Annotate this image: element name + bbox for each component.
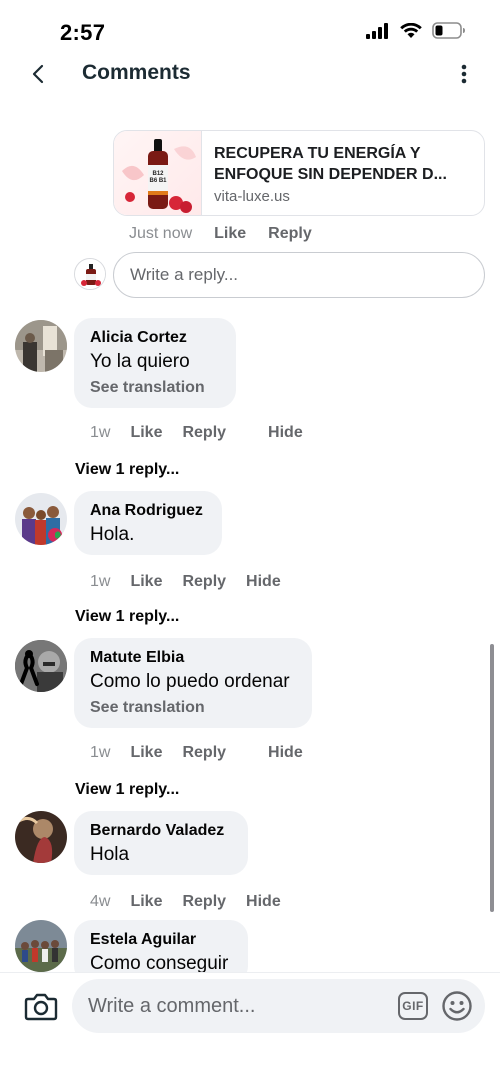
reply-button[interactable]: Reply: [182, 573, 226, 591]
reply-button[interactable]: Reply: [268, 225, 312, 243]
battery-icon: [432, 22, 465, 39]
reply-button[interactable]: Reply: [182, 424, 226, 442]
comment-bubble[interactable]: Matute Elbia Como lo puedo ordenar See t…: [74, 638, 312, 728]
comment-text: Hola.: [90, 524, 135, 545]
profile-photo: [15, 920, 67, 972]
gif-icon: GIF: [402, 999, 424, 1013]
see-translation-link[interactable]: See translation: [90, 379, 220, 397]
camera-icon: [24, 993, 58, 1021]
link-preview-title: RECUPERA TU ENERGÍA Y ENFOQUE SIN DEPEND…: [214, 143, 472, 185]
comment-text: Como lo puedo ordenar: [90, 671, 290, 692]
hide-button[interactable]: Hide: [268, 424, 303, 442]
post-time: Just now: [129, 225, 193, 242]
product-label: B12 B6 B1: [149, 171, 167, 184]
like-button[interactable]: Like: [130, 424, 162, 442]
hide-button[interactable]: Hide: [246, 893, 281, 911]
comment-time: 1w: [90, 744, 111, 761]
header: Comments: [0, 52, 500, 96]
comment-composer: GIF: [0, 972, 500, 1082]
comment-text: Como conseguir: [90, 953, 229, 972]
chevron-left-icon: [32, 64, 44, 84]
post-actions: Just now Like Reply: [129, 225, 312, 243]
profile-photo: [15, 493, 67, 545]
avatar[interactable]: [15, 320, 67, 372]
comment-actions: 1w Like Reply Hide: [90, 744, 303, 762]
status-bar: 2:57: [0, 0, 500, 60]
comment-actions: 1w Like Reply Hide: [90, 424, 303, 442]
smiley-icon: [442, 991, 472, 1021]
avatar[interactable]: [15, 640, 67, 692]
comment-bubble[interactable]: Bernardo Valadez Hola: [74, 811, 248, 875]
status-icons: [366, 22, 466, 39]
scrollbar[interactable]: [490, 644, 494, 912]
like-button[interactable]: Like: [130, 573, 162, 591]
view-replies-link[interactable]: View 1 reply...: [75, 608, 179, 626]
profile-photo: [15, 320, 67, 372]
reply-input[interactable]: [113, 252, 485, 298]
like-button[interactable]: Like: [130, 893, 162, 911]
gif-button[interactable]: GIF: [398, 992, 428, 1020]
back-button[interactable]: [24, 60, 52, 88]
page-avatar-image: [75, 259, 105, 289]
profile-photo: [15, 640, 67, 692]
comment-time: 1w: [90, 573, 111, 590]
comment-actions: 1w Like Reply Hide: [90, 573, 281, 591]
link-preview-title-text: RECUPERA TU ENERGÍA Y ENFOQUE SIN DEPEND…: [214, 145, 447, 183]
hide-button[interactable]: Hide: [246, 573, 281, 591]
link-preview-card[interactable]: B12 B6 B1 RECUPERA TU ENERGÍA Y ENFOQUE …: [113, 130, 485, 216]
vertical-dots-icon: [461, 64, 467, 84]
comment-input-container: GIF: [72, 979, 485, 1033]
comment-bubble[interactable]: Alicia Cortez Yo la quiero See translati…: [74, 318, 236, 408]
camera-button[interactable]: [24, 991, 58, 1021]
emoji-button[interactable]: [441, 990, 473, 1022]
reply-row: [74, 250, 486, 298]
page-title: Comments: [82, 61, 191, 84]
like-button[interactable]: Like: [214, 225, 246, 243]
reply-button[interactable]: Reply: [182, 893, 226, 911]
avatar: [74, 258, 106, 290]
comments-list[interactable]: B12 B6 B1 RECUPERA TU ENERGÍA Y ENFOQUE …: [0, 110, 500, 972]
comment-bubble[interactable]: Ana Rodriguez Hola.: [74, 491, 222, 555]
commenter-name[interactable]: Matute Elbia: [90, 648, 296, 668]
link-preview-thumbnail: B12 B6 B1: [114, 131, 202, 215]
avatar[interactable]: [15, 493, 67, 545]
wifi-icon: [400, 22, 422, 38]
more-options-button[interactable]: [454, 60, 474, 88]
comment-bubble[interactable]: Estela Aguilar Como conseguir: [74, 920, 248, 972]
profile-photo: [15, 811, 67, 863]
comment-time: 4w: [90, 893, 111, 910]
commenter-name[interactable]: Ana Rodriguez: [90, 501, 206, 521]
commenter-name[interactable]: Estela Aguilar: [90, 930, 232, 950]
commenter-name[interactable]: Alicia Cortez: [90, 328, 220, 348]
comment-actions: 4w Like Reply Hide: [90, 893, 281, 911]
like-button[interactable]: Like: [130, 744, 162, 762]
link-preview-text: RECUPERA TU ENERGÍA Y ENFOQUE SIN DEPEND…: [202, 131, 484, 215]
comment-text: Hola: [90, 844, 130, 865]
status-time: 2:57: [60, 20, 106, 45]
avatar[interactable]: [15, 920, 67, 972]
signal-icon: [366, 22, 388, 39]
hide-button[interactable]: Hide: [268, 744, 303, 762]
see-translation-link[interactable]: See translation: [90, 699, 296, 717]
view-replies-link[interactable]: View 1 reply...: [75, 461, 179, 479]
avatar[interactable]: [15, 811, 67, 863]
comment-time: 1w: [90, 424, 111, 441]
commenter-name[interactable]: Bernardo Valadez: [90, 821, 232, 841]
comment-text: Yo la quiero: [90, 351, 190, 372]
view-replies-link[interactable]: View 1 reply...: [75, 781, 179, 799]
reply-button[interactable]: Reply: [182, 744, 226, 762]
comment-input[interactable]: [88, 979, 388, 1033]
link-preview-domain: vita-luxe.us: [214, 188, 290, 205]
